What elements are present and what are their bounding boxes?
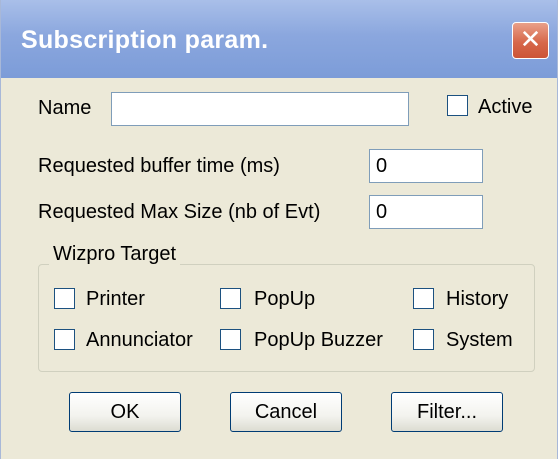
filter-button[interactable]: Filter... [391, 392, 503, 432]
popup-label: PopUp [254, 288, 316, 310]
subscription-dialog: Subscription param. ✕ Name Active Reques… [0, 0, 558, 459]
annunciator-checkbox[interactable] [54, 329, 75, 350]
printer-checkbox[interactable] [54, 288, 75, 309]
ok-button[interactable]: OK [69, 392, 181, 432]
active-label: Active [478, 96, 533, 118]
buffer-time-label: Requested buffer time (ms) [38, 155, 280, 177]
window-title: Subscription param. [21, 26, 269, 54]
close-icon: ✕ [519, 24, 542, 54]
buffer-time-field[interactable]: 0 [369, 149, 483, 183]
history-checkbox[interactable] [413, 288, 434, 309]
max-size-label: Requested Max Size (nb of Evt) [38, 201, 321, 223]
system-label: System [446, 329, 513, 351]
cancel-button[interactable]: Cancel [230, 392, 342, 432]
close-button[interactable]: ✕ [512, 22, 549, 59]
popup-buzzer-label: PopUp Buzzer [254, 329, 383, 351]
wizpro-target-group-label: Wizpro Target [49, 243, 181, 266]
history-label: History [446, 288, 509, 310]
annunciator-label: Annunciator [86, 329, 193, 351]
popup-buzzer-checkbox[interactable] [220, 329, 241, 350]
popup-checkbox[interactable] [220, 288, 241, 309]
name-field[interactable] [111, 92, 409, 126]
system-checkbox[interactable] [413, 329, 434, 350]
wizpro-target-group [38, 264, 535, 372]
title-bar[interactable]: Subscription param. ✕ [1, 0, 557, 78]
name-label: Name [38, 97, 92, 119]
printer-label: Printer [86, 288, 145, 310]
max-size-field[interactable]: 0 [369, 195, 483, 229]
active-checkbox[interactable] [447, 95, 468, 116]
